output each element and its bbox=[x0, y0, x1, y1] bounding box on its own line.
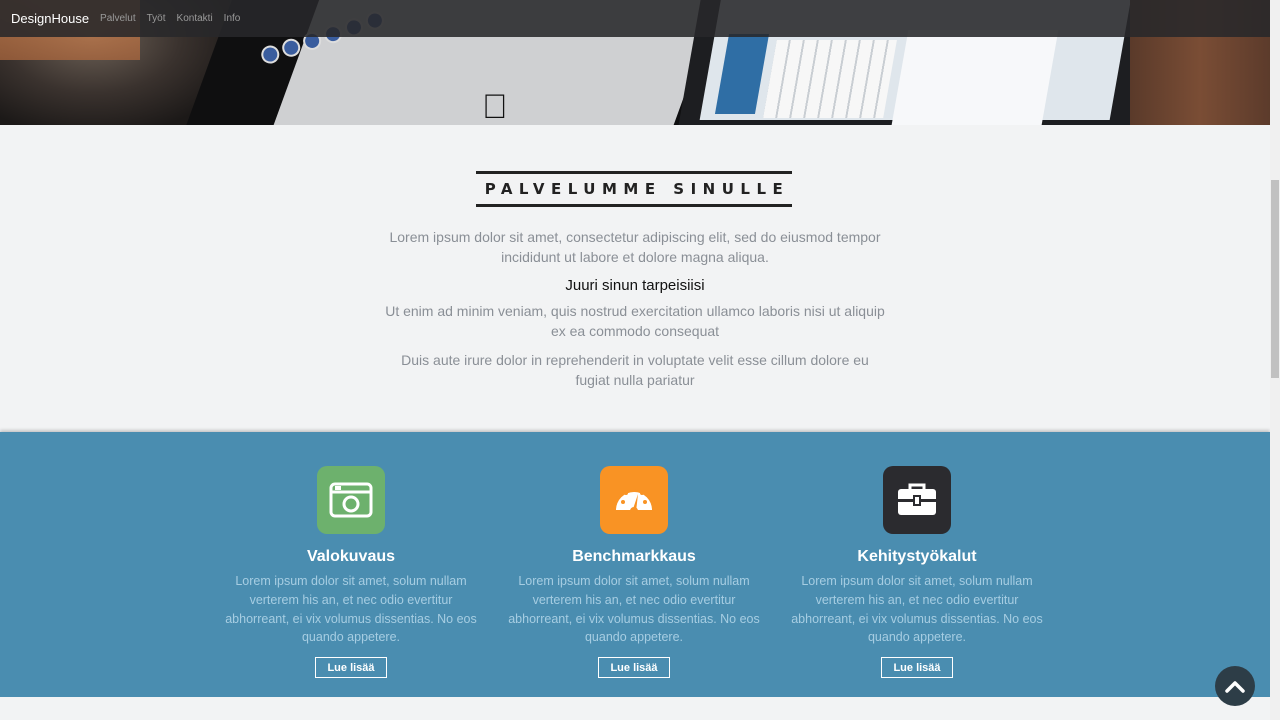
section-heading: PALVELUMME SINULLE bbox=[476, 171, 792, 207]
read-more-button[interactable]: Lue lisää bbox=[315, 657, 387, 679]
camera-icon bbox=[317, 466, 385, 534]
feature-title: Valokuvaus bbox=[306, 548, 396, 565]
nav-link-info[interactable]: Info bbox=[224, 13, 241, 24]
page-scrollbar[interactable] bbox=[1270, 0, 1280, 720]
apple-logo-icon:  bbox=[482, 88, 508, 125]
services-intro: PALVELUMME SINULLE Lorem ipsum dolor sit… bbox=[0, 125, 1270, 432]
nav-link-kontakti[interactable]: Kontakti bbox=[177, 13, 213, 24]
nav-link-palvelut[interactable]: Palvelut bbox=[100, 13, 136, 24]
intro-paragraph-2: Ut enim ad minim veniam, quis nostrud ex… bbox=[385, 303, 885, 339]
feature-valokuvaus: Valokuvaus Lorem ipsum dolor sit amet, s… bbox=[221, 432, 481, 679]
briefcase-icon bbox=[883, 466, 951, 534]
intro-paragraph-1: Lorem ipsum dolor sit amet, consectetur … bbox=[389, 229, 881, 265]
feature-description: Lorem ipsum dolor sit amet, solum nullam… bbox=[225, 574, 477, 645]
section-title: PALVELUMME SINULLE bbox=[484, 180, 790, 198]
scroll-to-top-button[interactable] bbox=[1215, 666, 1255, 706]
top-navbar: DesignHouse Palvelut Työt Kontakti Info bbox=[0, 0, 1270, 37]
feature-description: Lorem ipsum dolor sit amet, solum nullam… bbox=[508, 574, 760, 645]
feature-benchmarkkaus: Benchmarkkaus Lorem ipsum dolor sit amet… bbox=[504, 432, 764, 679]
chevron-up-icon bbox=[1225, 681, 1245, 693]
speedometer-icon bbox=[600, 466, 668, 534]
intro-paragraph-3: Duis aute irure dolor in reprehenderit i… bbox=[401, 352, 869, 388]
brand-logo[interactable]: DesignHouse bbox=[11, 11, 89, 26]
read-more-button[interactable]: Lue lisää bbox=[598, 657, 670, 679]
feature-title: Kehitystyökalut bbox=[857, 548, 977, 565]
feature-title: Benchmarkkaus bbox=[572, 548, 696, 565]
next-section bbox=[0, 697, 1270, 720]
scrollbar-thumb[interactable] bbox=[1271, 180, 1279, 378]
read-more-button[interactable]: Lue lisää bbox=[881, 657, 953, 679]
feature-kehitystyokalut: Kehitystyökalut Lorem ipsum dolor sit am… bbox=[787, 432, 1047, 679]
features-band: Valokuvaus Lorem ipsum dolor sit amet, s… bbox=[0, 432, 1270, 697]
intro-subheading: Juuri sinun tarpeisiisi bbox=[565, 277, 705, 294]
feature-description: Lorem ipsum dolor sit amet, solum nullam… bbox=[791, 574, 1043, 645]
nav-link-tyot[interactable]: Työt bbox=[147, 13, 166, 24]
